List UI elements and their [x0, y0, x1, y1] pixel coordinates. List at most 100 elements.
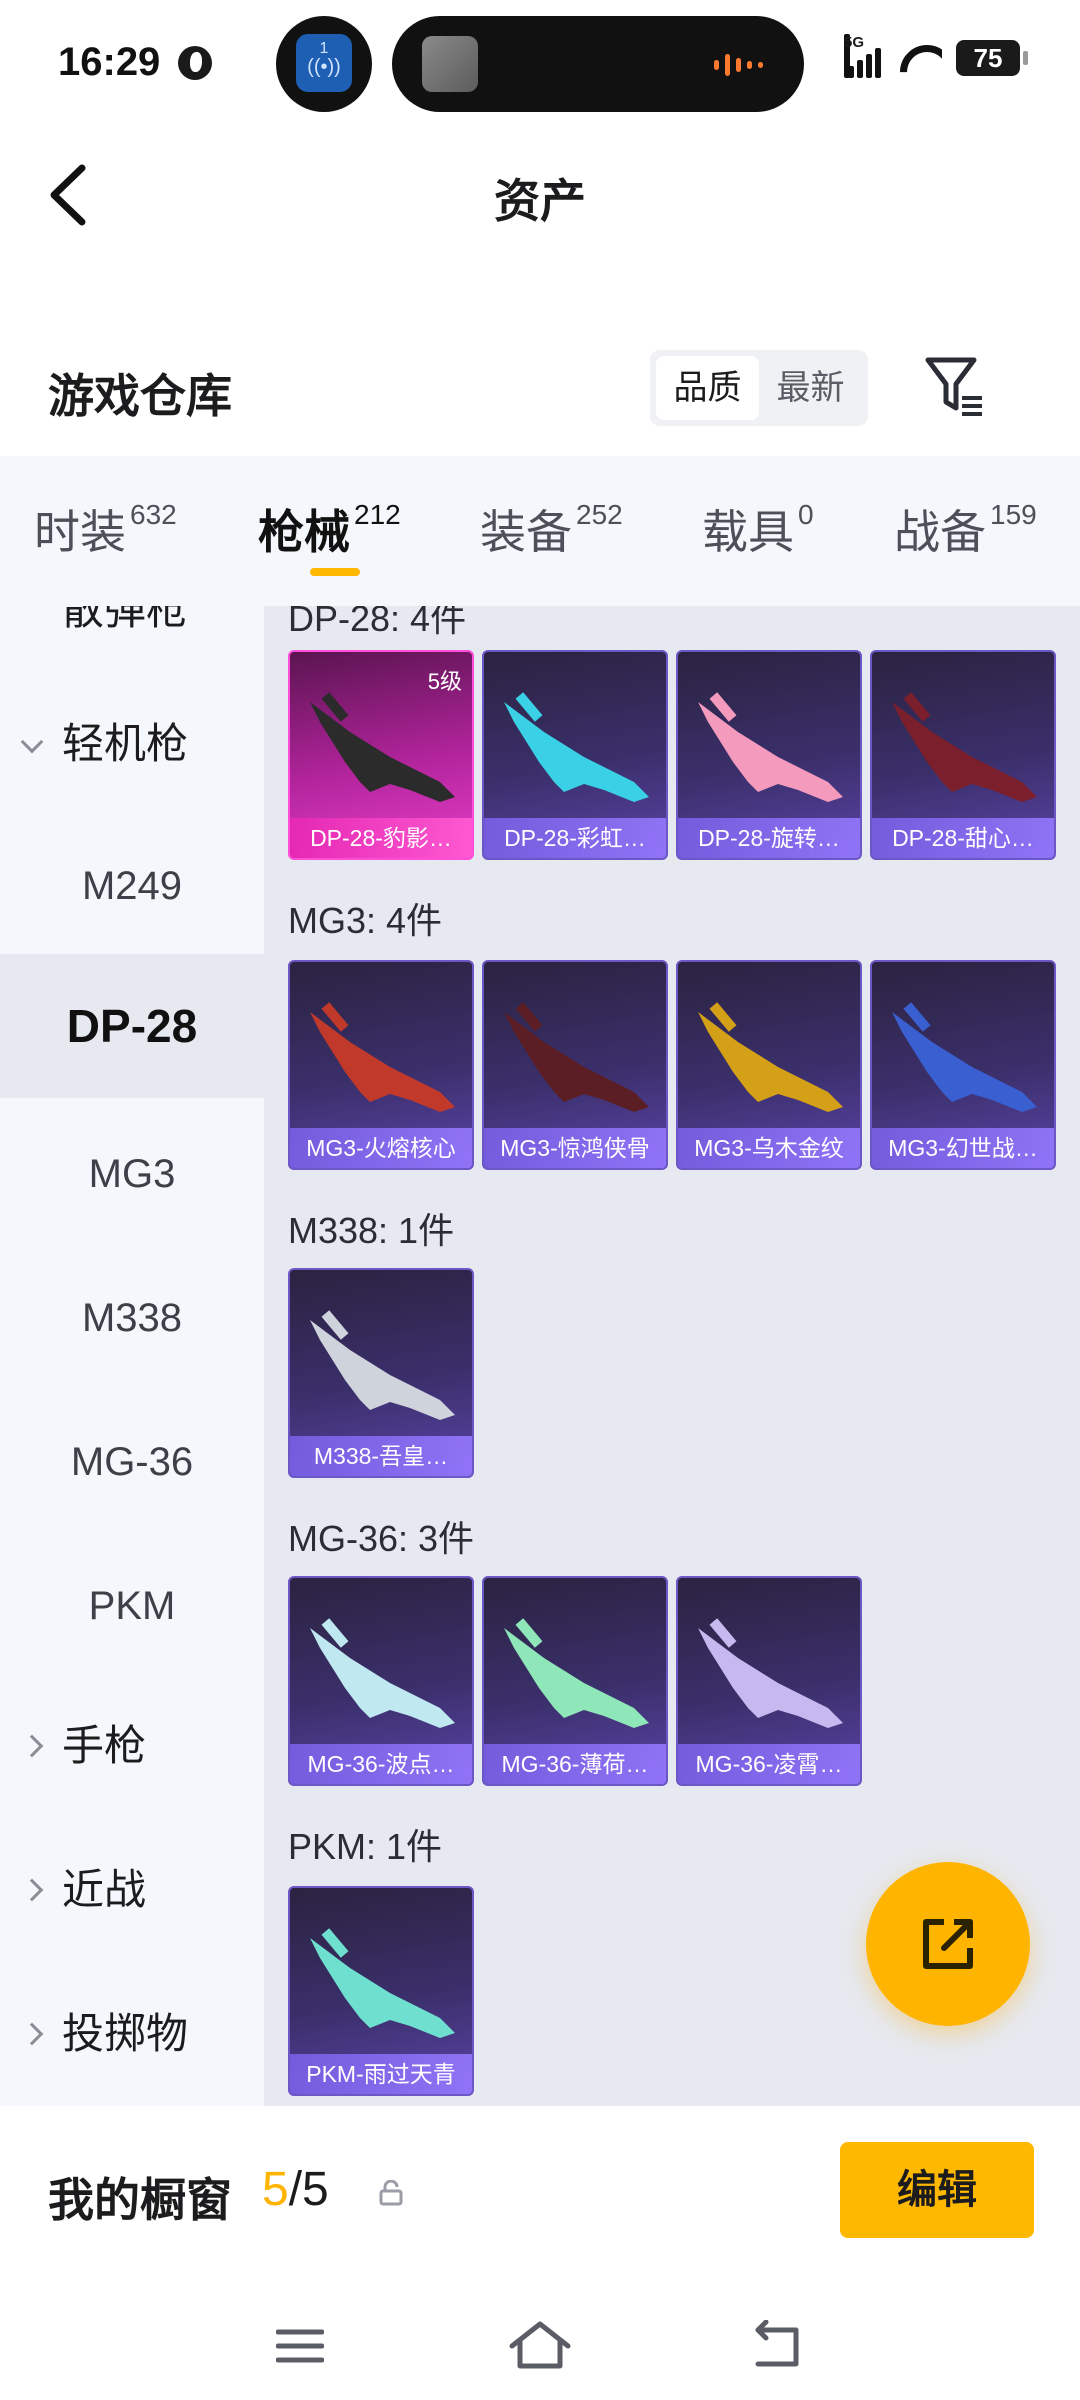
gun-skin-image — [698, 1002, 843, 1112]
tab-active-indicator — [310, 568, 360, 576]
showcase-separator: / — [288, 2163, 303, 2216]
broadcast-icon: 1 ((•)) — [296, 34, 352, 92]
sidebar-item-m249[interactable]: M249 — [0, 846, 264, 926]
nav-header: 资产 — [0, 130, 1080, 260]
battery-icon: 75 — [956, 40, 1028, 76]
gun-skin-image — [504, 1618, 649, 1728]
item-label: MG3-火熔核心 — [290, 1128, 472, 1168]
sidebar-item-throwable[interactable]: 投掷物 — [0, 2004, 264, 2064]
tab-fashion[interactable]: 时装 632 — [34, 496, 177, 562]
notification-pill[interactable]: 1 ((•)) — [276, 16, 372, 112]
tab-gear[interactable]: 战备 159 — [894, 496, 1037, 562]
sidebar-item-shotgun[interactable]: 散弹枪 — [0, 606, 264, 633]
sidebar-item-label: 散弹枪 — [62, 606, 189, 633]
gun-skin-image — [310, 1618, 455, 1728]
edit-button[interactable]: 编辑 — [840, 2142, 1034, 2238]
showcase-label: 我的橱窗 — [48, 2174, 232, 2226]
chevron-right-icon — [20, 1878, 44, 1902]
group-title-pkm: PKM: 1件 — [288, 1826, 443, 1867]
gun-skin-image — [310, 1928, 455, 2038]
item-label: MG3-惊鸿侠骨 — [484, 1128, 666, 1168]
lock-icon[interactable] — [378, 2180, 404, 2206]
item-label: DP-28-豹影… — [290, 818, 472, 858]
item-card[interactable]: MG3-火熔核心 — [288, 960, 474, 1170]
status-time: 16:29 — [58, 40, 161, 84]
group-title-mg3: MG3: 4件 — [288, 900, 443, 941]
item-card[interactable]: DP-28-彩虹… — [482, 650, 668, 860]
dynamic-island[interactable] — [392, 16, 804, 112]
item-card[interactable]: 5级 DP-28-豹影… — [288, 650, 474, 860]
tab-vehicles[interactable]: 载具 0 — [702, 496, 814, 562]
sidebar-item-m338[interactable]: M338 — [0, 1278, 264, 1358]
sidebar-item-dp28[interactable]: DP-28 — [0, 954, 264, 1098]
sidebar-item-pistol[interactable]: 手枪 — [0, 1716, 264, 1776]
sort-quality-option[interactable]: 品质 — [656, 356, 759, 420]
item-card[interactable]: DP-28-旋转… — [676, 650, 862, 860]
tab-count: 252 — [576, 499, 623, 530]
gun-skin-image — [698, 1618, 843, 1728]
item-label: MG-36-凌霄… — [678, 1744, 860, 1784]
showcase-bar: 我的橱窗 5/5 编辑 — [0, 2106, 1080, 2292]
item-label: MG3-幻世战… — [872, 1128, 1054, 1168]
item-card[interactable]: MG-36-薄荷… — [482, 1576, 668, 1786]
item-card[interactable]: MG-36-波点… — [288, 1576, 474, 1786]
gun-skin-image — [310, 692, 455, 802]
chevron-right-icon — [20, 2022, 44, 2046]
tab-label: 战备 — [894, 506, 986, 558]
item-card[interactable]: MG3-惊鸿侠骨 — [482, 960, 668, 1170]
system-nav-bar — [0, 2292, 1080, 2400]
group-title-dp28: DP-28: 4件 — [288, 606, 467, 639]
item-card[interactable]: MG3-乌木金纹 — [676, 960, 862, 1170]
home-icon[interactable] — [508, 2320, 572, 2370]
item-label: MG-36-波点… — [290, 1744, 472, 1784]
gun-skin-image — [892, 692, 1037, 802]
sidebar-item-label: 近战 — [62, 1866, 147, 1913]
signal-icon: 5G — [844, 34, 884, 78]
item-card[interactable]: MG3-幻世战… — [870, 960, 1056, 1170]
sidebar-item-pkm[interactable]: PKM — [0, 1566, 264, 1646]
sidebar-item-mg3[interactable]: MG3 — [0, 1134, 264, 1214]
sidebar-item-lmg[interactable]: 轻机枪 — [0, 714, 264, 774]
item-card[interactable]: PKM-雨过天青 — [288, 1886, 474, 2096]
item-label: MG-36-薄荷… — [484, 1744, 666, 1784]
tab-label: 枪械 — [258, 506, 350, 558]
status-icons: 5G 75 — [844, 34, 1028, 78]
share-external-icon — [923, 1919, 973, 1969]
globe-icon — [178, 46, 212, 80]
sidebar-item-label: 投掷物 — [62, 2010, 189, 2057]
gun-skin-image — [698, 692, 843, 802]
category-tabs: 时装 632 枪械 212 装备 252 载具 0 战备 159 — [0, 456, 1080, 606]
sidebar-item-mg36[interactable]: MG-36 — [0, 1422, 264, 1502]
chevron-right-icon — [20, 1734, 44, 1758]
tab-equipment[interactable]: 装备 252 — [480, 496, 623, 562]
warehouse-title: 游戏仓库 — [48, 370, 232, 422]
gun-skin-image — [310, 1002, 455, 1112]
filter-icon[interactable] — [922, 352, 986, 422]
page-title: 资产 — [494, 175, 586, 227]
sort-toggle: 品质 最新 — [650, 350, 868, 426]
item-card[interactable]: DP-28-甜心… — [870, 650, 1056, 860]
sort-newest-option[interactable]: 最新 — [759, 356, 862, 420]
audio-wave-icon — [714, 54, 774, 76]
showcase-count: 5/5 — [262, 2162, 329, 2217]
item-label: DP-28-旋转… — [678, 818, 860, 858]
sidebar: 散弹枪 轻机枪 M249 DP-28 MG3 M338 MG-36 PKM 手枪… — [0, 606, 264, 2106]
tab-count: 212 — [354, 499, 401, 530]
chevron-down-icon — [20, 730, 44, 754]
tab-label: 装备 — [480, 506, 572, 558]
tab-count: 632 — [130, 499, 177, 530]
group-title-mg36: MG-36: 3件 — [288, 1518, 475, 1559]
item-card[interactable]: M338-吾皇… — [288, 1268, 474, 1478]
gun-skin-image — [504, 1002, 649, 1112]
back-gesture-icon[interactable] — [750, 2320, 804, 2370]
media-thumbnail — [422, 36, 478, 92]
menu-icon[interactable] — [276, 2328, 324, 2364]
item-label: MG3-乌木金纹 — [678, 1128, 860, 1168]
tab-label: 载具 — [702, 506, 794, 558]
share-button[interactable] — [866, 1862, 1030, 2026]
tab-firearms[interactable]: 枪械 212 — [258, 496, 401, 562]
status-bar: 16:29 1 ((•)) 5G 75 — [0, 0, 1080, 130]
sidebar-item-melee[interactable]: 近战 — [0, 1860, 264, 1920]
tab-count: 159 — [990, 499, 1037, 530]
item-card[interactable]: MG-36-凌霄… — [676, 1576, 862, 1786]
